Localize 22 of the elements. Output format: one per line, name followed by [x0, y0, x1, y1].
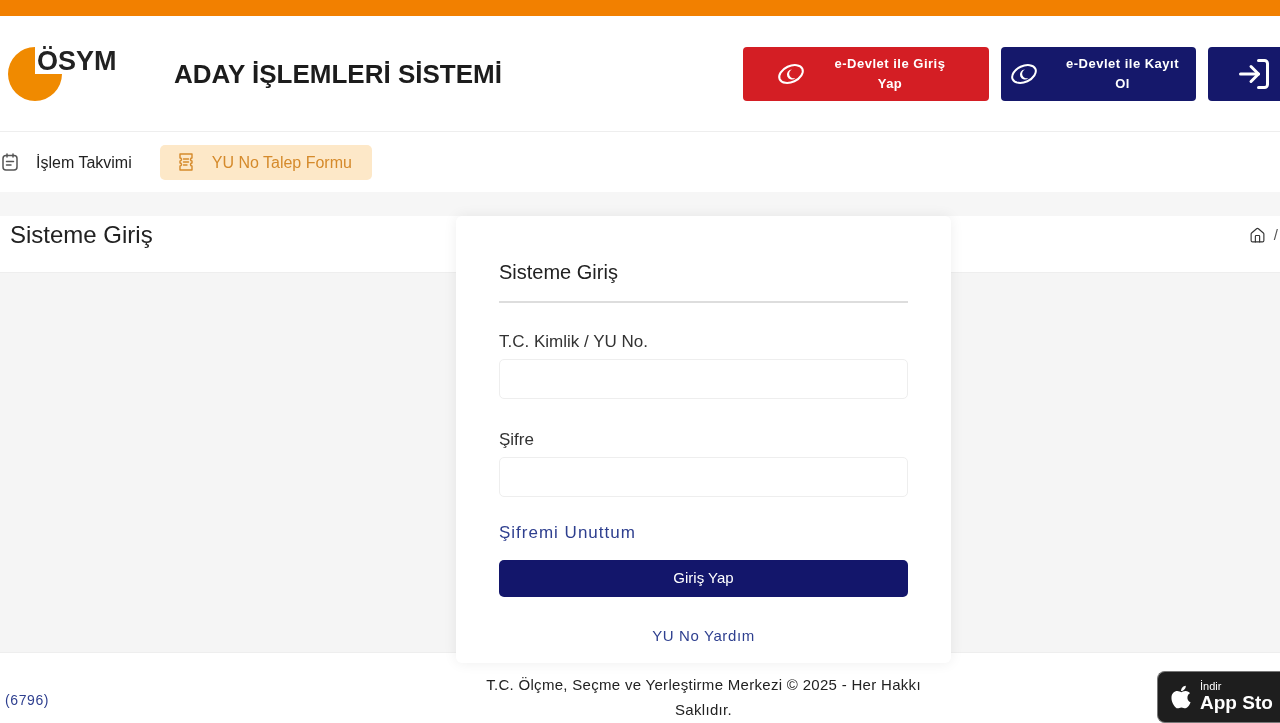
page-title: Sisteme Giriş	[9, 220, 153, 250]
calendar-icon	[2, 153, 18, 171]
home-icon[interactable]	[1248, 226, 1266, 244]
emblem-icon	[1009, 62, 1038, 85]
visitor-counter: (6796)	[5, 692, 50, 708]
document-icon	[177, 153, 194, 171]
login-submit-button[interactable]: Giriş Yap	[499, 560, 908, 597]
login-button[interactable]	[1208, 46, 1280, 101]
logo-text: ÖSYM	[37, 47, 117, 75]
app-store-badge[interactable]: İndir App Sto	[1157, 671, 1280, 723]
app-title: ADAY İŞLEMLERİ SİSTEMİ	[174, 58, 502, 89]
nav-tab[interactable]: İşlem Takvimi	[0, 144, 134, 180]
edevlet-button[interactable]: e-Devlet ile Giriş Yap	[743, 46, 989, 101]
field-label: Şifre	[499, 430, 535, 450]
help-link[interactable]: YU No Yardım	[652, 627, 755, 645]
emblem-icon	[777, 62, 805, 85]
forgot-password-link[interactable]: Şifremi Unuttum	[499, 523, 636, 543]
form-title: Sisteme Giriş	[499, 260, 619, 284]
edevlet-button[interactable]: e-Devlet ile Kayıt Ol	[1001, 46, 1196, 101]
breadcrumb-separator: /	[1273, 224, 1278, 245]
field-label: T.C. Kimlik / YU No.	[499, 332, 649, 352]
copyright-text: T.C. Ölçme, Seçme ve Yerleştirme Merkezi © 2025 - Her Hakkı Saklıdır.	[485, 675, 922, 720]
